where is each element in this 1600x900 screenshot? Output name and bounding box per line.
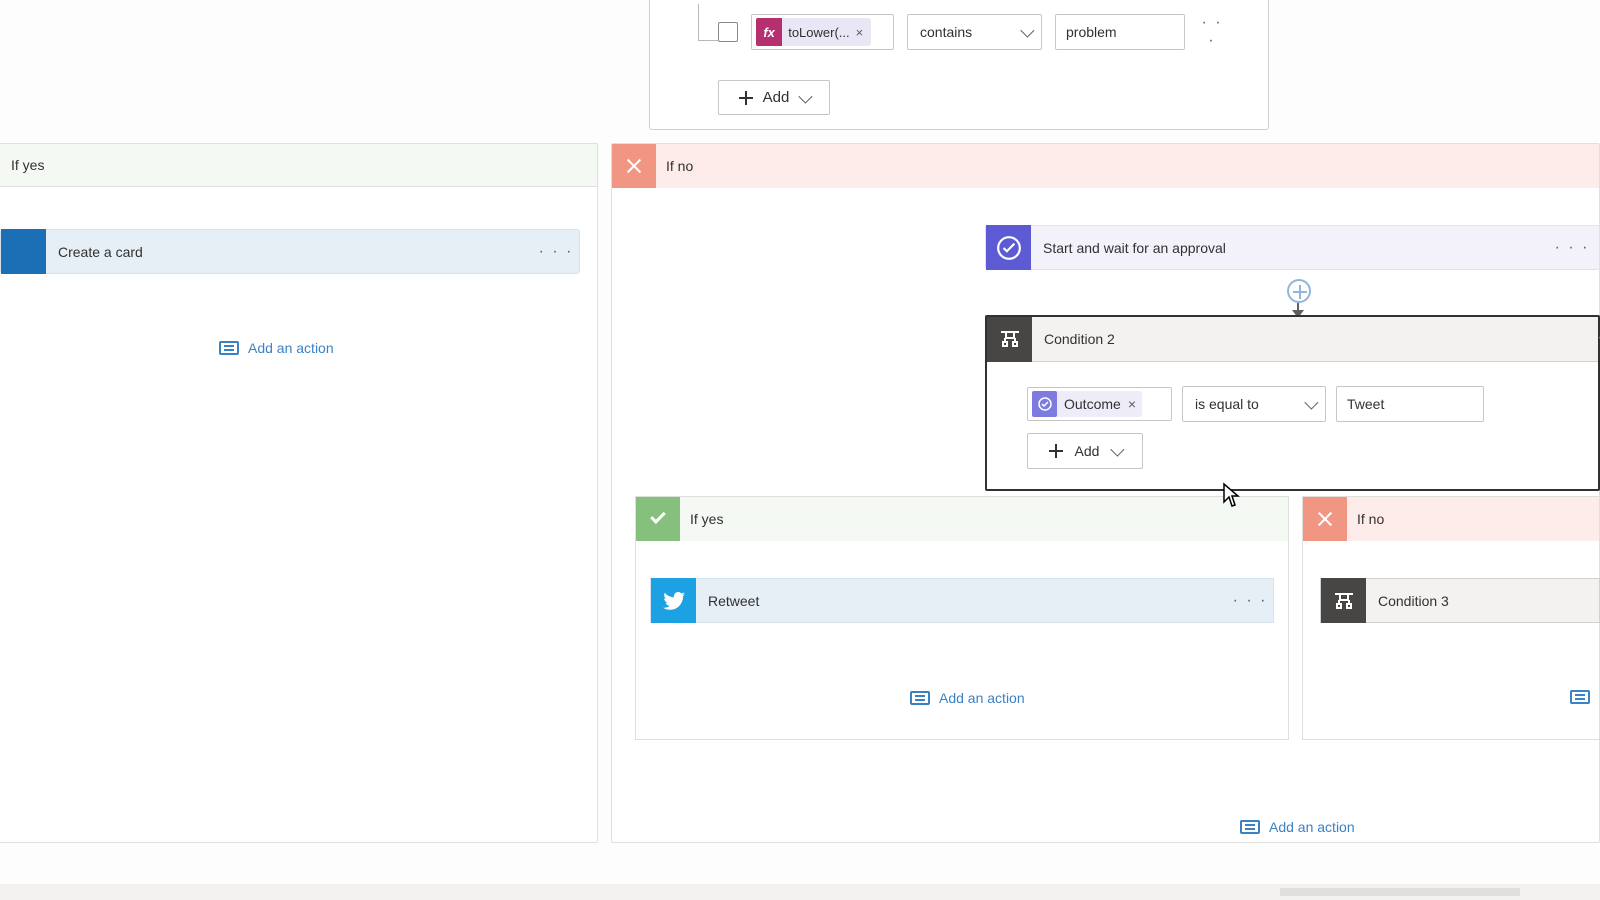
approval-more-menu[interactable]: · · · [1549, 239, 1595, 257]
insert-step-button[interactable] [1287, 279, 1311, 303]
value-input[interactable]: problem [1055, 14, 1185, 50]
chevron-down-icon [799, 89, 813, 103]
approval-action[interactable]: Start and wait for an approval · · · [985, 225, 1600, 270]
condition-2-header[interactable]: Condition 2 [987, 317, 1598, 362]
condition-icon [1321, 578, 1366, 623]
flow-canvas: fx toLower(... × contains problem · · · … [0, 0, 1600, 900]
plus-icon [1049, 444, 1063, 458]
outcome-icon [1032, 391, 1057, 417]
outcome-label: Outcome [1064, 396, 1121, 412]
horizontal-scrollbar[interactable] [0, 884, 1600, 900]
add-action-link-bottom[interactable]: Add an action [1240, 819, 1355, 835]
plus-icon [739, 91, 753, 105]
create-card-title: Create a card [58, 244, 533, 260]
add-label-2: Add [1075, 443, 1100, 459]
card-more-menu[interactable]: · · · [533, 243, 579, 261]
add-row-button[interactable]: Add [718, 80, 830, 115]
outcome-token-input[interactable]: Outcome × [1027, 387, 1172, 421]
x-icon [1303, 497, 1347, 541]
condition-2-body: Outcome × is equal to Tweet Add [987, 362, 1598, 489]
expression-token-input[interactable]: fx toLower(... × [751, 14, 894, 50]
operator-select[interactable]: contains [907, 14, 1042, 50]
value-input-2[interactable]: Tweet [1336, 386, 1484, 422]
inner-if-yes-label: If yes [690, 511, 723, 527]
condition-2-row: Outcome × is equal to Tweet [1027, 386, 1580, 422]
if-no-header: If no [612, 144, 1599, 188]
value-text: problem [1066, 24, 1117, 40]
condition-icon [987, 317, 1032, 362]
value-text-2: Tweet [1347, 396, 1384, 412]
retweet-action[interactable]: Retweet · · · [650, 578, 1274, 623]
operator-value: contains [920, 24, 972, 40]
add-action-label: Add an action [1269, 819, 1355, 835]
if-yes-header-left: If yes [0, 143, 598, 187]
inner-if-yes-header: If yes [636, 497, 1288, 541]
add-action-link-left[interactable]: Add an action [219, 340, 334, 356]
add-label: Add [763, 89, 790, 106]
operator-select-2[interactable]: is equal to [1182, 386, 1326, 422]
add-action-icon [1570, 690, 1590, 704]
add-action-icon [910, 691, 930, 705]
trello-icon [1, 229, 46, 274]
if-yes-label: If yes [11, 157, 44, 173]
add-row-button-2[interactable]: Add [1027, 433, 1143, 469]
chevron-down-icon [1304, 396, 1318, 410]
condition-3-title: Condition 3 [1378, 593, 1449, 609]
add-action-icon [219, 341, 239, 355]
scrollbar-thumb[interactable] [1280, 888, 1520, 896]
remove-token-icon[interactable]: × [856, 25, 865, 40]
inner-if-no-header: If no [1303, 497, 1599, 541]
condition-2-card[interactable]: Condition 2 Outcome × is equal to [985, 315, 1600, 491]
chevron-down-icon [1020, 24, 1034, 38]
row-more-menu[interactable]: · · · [1198, 14, 1226, 50]
fx-pill[interactable]: fx toLower(... × [756, 18, 871, 46]
add-action-icon [1240, 820, 1260, 834]
add-action-label: Add an action [939, 690, 1025, 706]
cursor-icon [1222, 482, 1240, 508]
add-action-label: Add an action [248, 340, 334, 356]
approval-title: Start and wait for an approval [1043, 240, 1549, 256]
condition-3-card[interactable]: Condition 3 [1320, 578, 1600, 623]
retweet-more-menu[interactable]: · · · [1227, 592, 1273, 610]
approval-icon [986, 225, 1031, 270]
check-icon [636, 497, 680, 541]
condition-2-title: Condition 2 [1044, 331, 1115, 347]
condition-1-row: fx toLower(... × contains problem · · · [718, 14, 1226, 50]
remove-token-icon[interactable]: × [1128, 396, 1136, 412]
inner-if-no-label: If no [1357, 511, 1384, 527]
twitter-icon [651, 578, 696, 623]
retweet-title: Retweet [708, 593, 1227, 609]
operator-value-2: is equal to [1195, 396, 1259, 412]
outcome-pill[interactable]: Outcome × [1032, 391, 1142, 417]
if-no-label: If no [666, 158, 693, 174]
fx-icon: fx [756, 18, 782, 46]
x-icon [612, 144, 656, 188]
bracket-line [698, 4, 699, 40]
create-card-action[interactable]: Create a card · · · [0, 229, 580, 274]
add-action-link-inner-no[interactable] [1570, 690, 1590, 704]
row-checkbox[interactable] [718, 22, 738, 42]
add-action-link-inner-yes[interactable]: Add an action [910, 690, 1025, 706]
fx-label: toLower(... [788, 25, 849, 40]
chevron-down-icon [1111, 443, 1125, 457]
